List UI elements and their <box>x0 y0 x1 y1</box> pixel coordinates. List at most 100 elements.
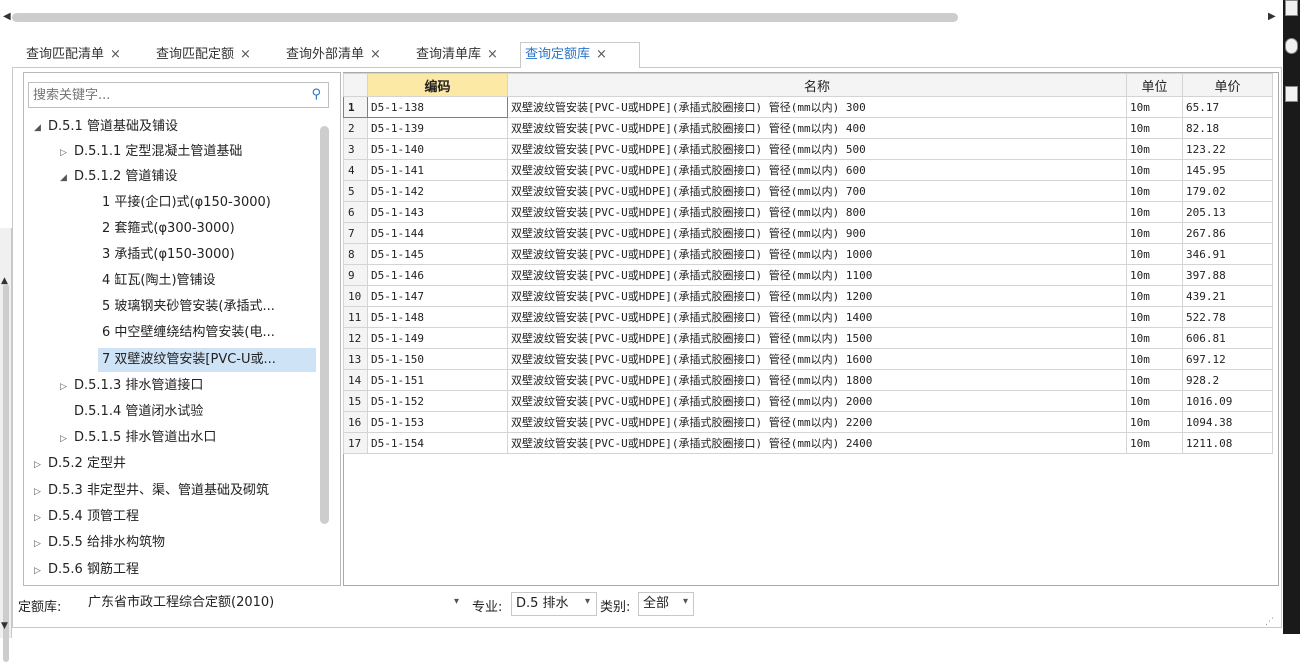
name-cell[interactable]: 双壁波纹管安装[PVC-U或HDPE](承插式胶圈接口) 管径(mm以内) 10… <box>507 243 1127 265</box>
table-row[interactable]: 5 D5-1-142 双壁波纹管安装[PVC-U或HDPE](承插式胶圈接口) 管径… <box>343 180 1273 202</box>
price-cell[interactable]: 145.95 <box>1182 159 1273 181</box>
unit-cell[interactable]: 10m <box>1126 306 1183 328</box>
unit-cell[interactable]: 10m <box>1126 327 1183 349</box>
search-input[interactable] <box>33 84 303 106</box>
row-number-cell[interactable]: 12 <box>343 327 368 349</box>
price-cell[interactable]: 346.91 <box>1182 243 1273 265</box>
unit-cell[interactable]: 10m <box>1126 369 1183 391</box>
unit-column-header[interactable]: 单位 <box>1126 73 1183 97</box>
tab-match-list[interactable]: 查询匹配清单 × <box>22 44 121 68</box>
chevron-down-icon[interactable]: ▾ <box>585 596 590 607</box>
table-row[interactable]: 15 D5-1-152 双壁波纹管安装[PVC-U或HDPE](承插式胶圈接口) 管… <box>343 390 1273 412</box>
code-cell[interactable]: D5-1-150 <box>367 348 508 370</box>
tree-node-d512[interactable]: ◢ D.5.1.2 管道铺设 <box>60 165 177 189</box>
tree-node-item-1[interactable]: 1 平接(企口)式(φ150-3000) <box>102 191 271 215</box>
left-vertical-scrollbar[interactable]: ▲ ▼ <box>0 228 12 662</box>
tree-node-d53[interactable]: ▷ D.5.3 非定型井、渠、管道基础及砌筑 <box>34 479 269 503</box>
tree-node-d51[interactable]: ◢ D.5.1 管道基础及铺设 <box>34 115 178 139</box>
price-cell[interactable]: 697.12 <box>1182 348 1273 370</box>
table-row[interactable]: 10 D5-1-147 双壁波纹管安装[PVC-U或HDPE](承插式胶圈接口) 管… <box>343 285 1273 307</box>
name-cell[interactable]: 双壁波纹管安装[PVC-U或HDPE](承插式胶圈接口) 管径(mm以内) 40… <box>507 117 1127 139</box>
name-cell[interactable]: 双壁波纹管安装[PVC-U或HDPE](承插式胶圈接口) 管径(mm以内) 18… <box>507 369 1127 391</box>
name-cell[interactable]: 双壁波纹管安装[PVC-U或HDPE](承插式胶圈接口) 管径(mm以内) 80… <box>507 201 1127 223</box>
collapse-icon[interactable]: ◢ <box>34 116 48 140</box>
name-cell[interactable]: 双壁波纹管安装[PVC-U或HDPE](承插式胶圈接口) 管径(mm以内) 50… <box>507 138 1127 160</box>
row-number-cell[interactable]: 14 <box>343 369 368 391</box>
name-cell[interactable]: 双壁波纹管安装[PVC-U或HDPE](承插式胶圈接口) 管径(mm以内) 14… <box>507 306 1127 328</box>
unit-cell[interactable]: 10m <box>1126 138 1183 160</box>
code-cell[interactable]: D5-1-151 <box>367 369 508 391</box>
panel-icon[interactable] <box>1285 0 1298 16</box>
expand-icon[interactable]: ▷ <box>34 506 48 530</box>
price-cell[interactable]: 179.02 <box>1182 180 1273 202</box>
name-cell[interactable]: 双壁波纹管安装[PVC-U或HDPE](承插式胶圈接口) 管径(mm以内) 11… <box>507 264 1127 286</box>
table-row[interactable]: 9 D5-1-146 双壁波纹管安装[PVC-U或HDPE](承插式胶圈接口) 管径… <box>343 264 1273 286</box>
unit-cell[interactable]: 10m <box>1126 411 1183 433</box>
expand-icon[interactable]: ▷ <box>60 141 74 165</box>
tree-node-item-6[interactable]: 6 中空壁缠绕结构管安装(电... <box>102 321 275 345</box>
row-number-cell[interactable]: 15 <box>343 390 368 412</box>
code-cell[interactable]: D5-1-148 <box>367 306 508 328</box>
close-icon[interactable]: × <box>596 47 607 62</box>
collapse-icon[interactable]: ◢ <box>60 166 74 190</box>
code-cell[interactable]: D5-1-154 <box>367 432 508 454</box>
search-box[interactable]: ⚲ <box>28 82 329 108</box>
tree-node-item-5[interactable]: 5 玻璃钢夹砂管安装(承插式... <box>102 295 275 319</box>
expand-icon[interactable]: ▷ <box>34 532 48 556</box>
table-row[interactable]: 4 D5-1-141 双壁波纹管安装[PVC-U或HDPE](承插式胶圈接口) 管径… <box>343 159 1273 181</box>
price-cell[interactable]: 928.2 <box>1182 369 1273 391</box>
unit-cell[interactable]: 10m <box>1126 348 1183 370</box>
tree-node-d515[interactable]: ▷ D.5.1.5 排水管道出水口 <box>60 426 216 450</box>
code-cell[interactable]: D5-1-147 <box>367 285 508 307</box>
tree-node-item-4[interactable]: 4 缸瓦(陶土)管铺设 <box>102 269 216 293</box>
price-cell[interactable]: 606.81 <box>1182 327 1273 349</box>
row-number-cell[interactable]: 6 <box>343 201 368 223</box>
close-icon[interactable]: × <box>240 47 251 62</box>
library-select[interactable]: 广东省市政工程综合定额(2010) <box>84 592 467 616</box>
price-cell[interactable]: 1016.09 <box>1182 390 1273 412</box>
code-cell[interactable]: D5-1-146 <box>367 264 508 286</box>
price-cell[interactable]: 1094.38 <box>1182 411 1273 433</box>
unit-cell[interactable]: 10m <box>1126 390 1183 412</box>
tree-node-d511[interactable]: ▷ D.5.1.1 定型混凝土管道基础 <box>60 140 242 164</box>
tree-node-d513[interactable]: ▷ D.5.1.3 排水管道接口 <box>60 374 203 398</box>
name-cell[interactable]: 双壁波纹管安装[PVC-U或HDPE](承插式胶圈接口) 管径(mm以内) 90… <box>507 222 1127 244</box>
unit-cell[interactable]: 10m <box>1126 243 1183 265</box>
row-number-cell[interactable]: 8 <box>343 243 368 265</box>
table-row[interactable]: 17 D5-1-154 双壁波纹管安装[PVC-U或HDPE](承插式胶圈接口) 管… <box>343 432 1273 454</box>
row-number-cell[interactable]: 9 <box>343 264 368 286</box>
tree-node-d52[interactable]: ▷ D.5.2 定型井 <box>34 452 126 476</box>
unit-cell[interactable]: 10m <box>1126 180 1183 202</box>
name-cell[interactable]: 双壁波纹管安装[PVC-U或HDPE](承插式胶圈接口) 管径(mm以内) 22… <box>507 411 1127 433</box>
unit-cell[interactable]: 10m <box>1126 222 1183 244</box>
code-cell[interactable]: D5-1-152 <box>367 390 508 412</box>
table-row[interactable]: 13 D5-1-150 双壁波纹管安装[PVC-U或HDPE](承插式胶圈接口) 管… <box>343 348 1273 370</box>
code-cell[interactable]: D5-1-139 <box>367 117 508 139</box>
code-cell[interactable]: D5-1-140 <box>367 138 508 160</box>
scrollbar-thumb[interactable] <box>12 13 958 22</box>
code-cell[interactable]: D5-1-153 <box>367 411 508 433</box>
tree-node-item-3[interactable]: 3 承插式(φ150-3000) <box>102 243 235 267</box>
code-cell[interactable]: D5-1-143 <box>367 201 508 223</box>
table-row[interactable]: 12 D5-1-149 双壁波纹管安装[PVC-U或HDPE](承插式胶圈接口) 管… <box>343 327 1273 349</box>
chevron-down-icon[interactable]: ▾ <box>683 596 688 607</box>
row-number-cell[interactable]: 17 <box>343 432 368 454</box>
expand-icon[interactable]: ▷ <box>60 427 74 451</box>
table-row[interactable]: 7 D5-1-144 双壁波纹管安装[PVC-U或HDPE](承插式胶圈接口) 管径… <box>343 222 1273 244</box>
chevron-down-icon[interactable]: ▾ <box>454 596 459 607</box>
price-cell[interactable]: 1211.08 <box>1182 432 1273 454</box>
tree-node-d56[interactable]: ▷ D.5.6 钢筋工程 <box>34 558 139 582</box>
table-row[interactable]: 2 D5-1-139 双壁波纹管安装[PVC-U或HDPE](承插式胶圈接口) 管径… <box>343 117 1273 139</box>
tree-node-d54[interactable]: ▷ D.5.4 顶管工程 <box>34 505 139 529</box>
scroll-right-arrow-icon[interactable]: ▶ <box>1268 11 1276 22</box>
expand-icon[interactable]: ▷ <box>34 480 48 504</box>
tab-list-library[interactable]: 查询清单库 × <box>412 44 498 68</box>
unit-cell[interactable]: 10m <box>1126 201 1183 223</box>
unit-cell[interactable]: 10m <box>1126 96 1183 118</box>
tab-quota-library[interactable]: 查询定额库 × <box>520 42 640 69</box>
circle-icon[interactable] <box>1285 38 1298 54</box>
price-cell[interactable]: 123.22 <box>1182 138 1273 160</box>
scroll-left-arrow-icon[interactable]: ◀ <box>3 11 11 22</box>
table-row[interactable]: 8 D5-1-145 双壁波纹管安装[PVC-U或HDPE](承插式胶圈接口) 管径… <box>343 243 1273 265</box>
name-cell[interactable]: 双壁波纹管安装[PVC-U或HDPE](承插式胶圈接口) 管径(mm以内) 24… <box>507 432 1127 454</box>
